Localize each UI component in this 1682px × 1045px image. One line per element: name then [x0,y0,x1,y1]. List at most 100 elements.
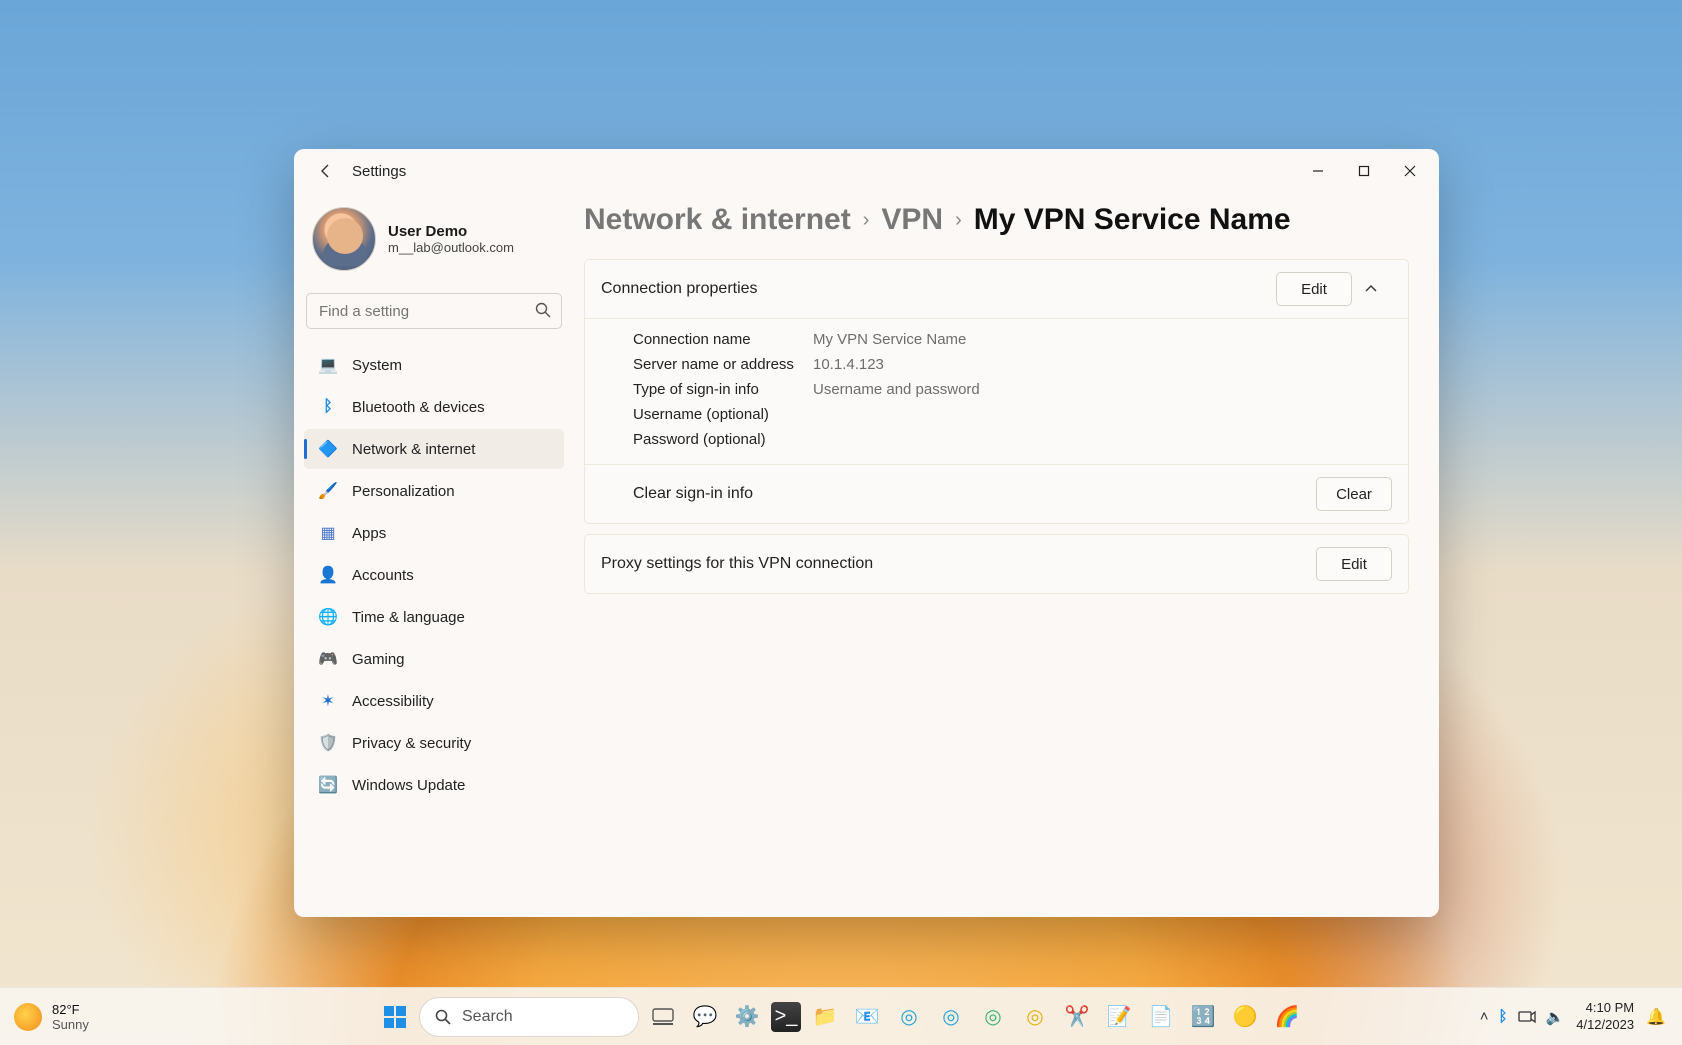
edit-connection-button[interactable]: Edit [1276,272,1352,306]
sidebar-item-bluetooth[interactable]: ᛒ Bluetooth & devices [304,387,564,427]
sidebar-item-update[interactable]: 🔄 Windows Update [304,765,564,805]
volume-tray-icon[interactable]: 🔈 [1546,1008,1565,1026]
sidebar-item-label: System [352,357,402,374]
weather-cond: Sunny [52,1017,89,1032]
settings-search[interactable] [306,293,562,329]
desktop-wallpaper: Settings User Demo m__lab@outlook.com [0,0,1682,1045]
edit-proxy-button[interactable]: Edit [1316,547,1392,581]
sidebar-item-gaming[interactable]: 🎮 Gaming [304,639,564,679]
sidebar-item-system[interactable]: 💻 System [304,345,564,385]
taskbar-app-snip[interactable]: ✂️ [1059,999,1095,1035]
clock-date: 4/12/2023 [1576,1017,1634,1033]
back-button[interactable] [312,157,340,185]
maximize-button[interactable] [1341,153,1387,189]
taskbar-app-edge[interactable]: ◎ [891,999,927,1035]
taskbar-app-edge-canary[interactable]: ◎ [1017,999,1053,1035]
person-icon: 👤 [318,565,338,585]
sidebar-item-time[interactable]: 🌐Time & language [304,597,564,637]
avatar [312,207,376,271]
minimize-button[interactable] [1295,153,1341,189]
prop-row: Server name or address10.1.4.123 [633,352,1392,377]
start-button[interactable] [377,999,413,1035]
network-tray-icon[interactable] [1518,1009,1536,1025]
prop-key: Server name or address [633,356,813,373]
taskbar: 82°F Sunny Search 💬 ⚙️ >_ 📁 📧 ◎ ◎ ◎ ◎ ✂️… [0,987,1682,1045]
sidebar-item-label: Privacy & security [352,735,471,752]
sidebar-item-label: Accounts [352,567,414,584]
task-view-button[interactable] [645,999,681,1035]
bluetooth-tray-icon[interactable]: ᛒ [1499,1008,1508,1025]
brush-icon: 🖌️ [318,481,338,501]
collapse-button[interactable] [1364,282,1392,296]
prop-key: Type of sign-in info [633,381,813,398]
proxy-card: Proxy settings for this VPN connection E… [584,534,1409,594]
taskbar-app-chat[interactable]: 💬 [687,999,723,1035]
taskbar-app-chrome[interactable]: 🌈 [1269,999,1305,1035]
taskbar-clock[interactable]: 4:10 PM 4/12/2023 [1576,1000,1634,1033]
profile-block[interactable]: User Demo m__lab@outlook.com [304,197,564,285]
connection-properties-label: Connection properties [601,280,1264,298]
prop-key: Connection name [633,331,813,348]
weather-temp: 82°F [52,1002,89,1017]
taskbar-app-notepad[interactable]: 📝 [1101,999,1137,1035]
prop-value: 10.1.4.123 [813,356,884,373]
sidebar-item-label: Gaming [352,651,405,668]
accessibility-icon: ✶ [318,691,338,711]
prop-row: Password (optional) [633,427,1392,452]
sidebar-item-label: Bluetooth & devices [352,399,485,416]
chevron-right-icon: › [863,209,870,232]
close-button[interactable] [1387,153,1433,189]
sidebar-item-network[interactable]: 🔷Network & internet [304,429,564,469]
breadcrumb-vpn[interactable]: VPN [881,203,943,237]
connection-properties-card: Connection properties Edit Connection na… [584,259,1409,524]
clock-time: 4:10 PM [1576,1000,1634,1016]
sidebar-item-personalization[interactable]: 🖌️Personalization [304,471,564,511]
sun-icon [14,1003,42,1031]
proxy-label: Proxy settings for this VPN connection [601,555,1304,573]
profile-email: m__lab@outlook.com [388,240,514,255]
tray-expand-icon[interactable]: ˄ [1480,1008,1489,1025]
taskbar-app-calc[interactable]: 🔢 [1185,999,1221,1035]
search-icon [434,1008,452,1026]
properties-list: Connection nameMy VPN Service Name Serve… [585,318,1408,464]
sidebar-item-label: Windows Update [352,777,465,794]
sidebar-item-label: Apps [352,525,386,542]
gamepad-icon: 🎮 [318,649,338,669]
prop-value: Username and password [813,381,980,398]
system-tray[interactable]: ˄ ᛒ 🔈 [1480,1008,1564,1026]
clear-signin-label: Clear sign-in info [601,485,1316,503]
taskbar-app-outlook[interactable]: 📧 [849,999,885,1035]
taskbar-app-edge-beta[interactable]: ◎ [933,999,969,1035]
sidebar-item-privacy[interactable]: 🛡️ Privacy & security [304,723,564,763]
taskbar-app-explorer[interactable]: 📁 [807,999,843,1035]
taskbar-app-terminal[interactable]: >_ [771,1002,801,1032]
taskbar-app-settings[interactable]: ⚙️ [729,999,765,1035]
prop-key: Username (optional) [633,406,813,423]
search-input[interactable] [306,293,562,329]
clear-button[interactable]: Clear [1316,477,1392,511]
sidebar: User Demo m__lab@outlook.com 💻 System ᛒ Bl… [294,193,574,917]
taskbar-app-edge-dev[interactable]: ◎ [975,999,1011,1035]
search-icon [534,301,552,319]
update-icon: 🔄 [318,775,338,795]
sidebar-item-apps[interactable]: ▦Apps [304,513,564,553]
shield-icon: 🛡️ [318,733,338,753]
sidebar-item-label: Network & internet [352,441,475,458]
taskbar-search-placeholder: Search [462,1008,513,1026]
breadcrumb-current: My VPN Service Name [974,203,1291,237]
notifications-button[interactable]: 🔔 [1646,1007,1666,1027]
bluetooth-icon: ᛒ [318,397,338,417]
sidebar-item-accounts[interactable]: 👤 Accounts [304,555,564,595]
sidebar-item-accessibility[interactable]: ✶Accessibility [304,681,564,721]
globe-icon: 🌐 [318,607,338,627]
clear-signin-row: Clear sign-in info Clear [585,464,1408,523]
taskbar-search[interactable]: Search [419,997,639,1037]
windows-logo-icon [384,1006,406,1028]
taskbar-app-word[interactable]: 📄 [1143,999,1179,1035]
weather-widget[interactable]: 82°F Sunny [0,1002,300,1032]
prop-key: Password (optional) [633,431,813,448]
prop-row: Connection nameMy VPN Service Name [633,327,1392,352]
display-icon: 💻 [318,355,338,375]
taskbar-app-chrome-canary[interactable]: 🟡 [1227,999,1263,1035]
breadcrumb-network[interactable]: Network & internet [584,203,851,237]
